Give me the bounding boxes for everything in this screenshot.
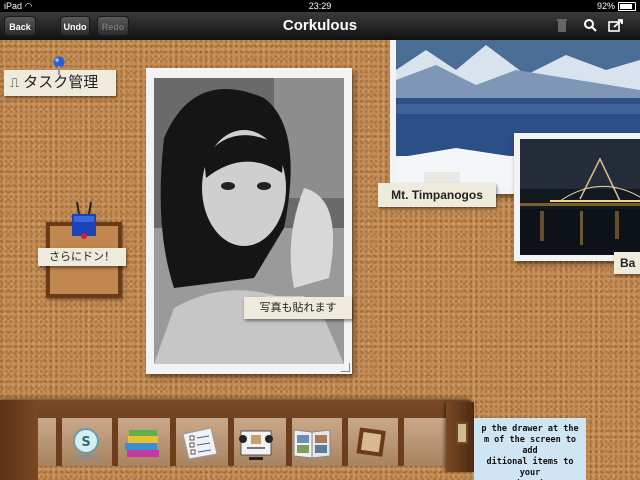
tip-line: m of the screen to add [483, 435, 577, 456]
redo-button[interactable]: Redo [97, 16, 129, 36]
navigation-bar: Back Undo Redo Corkulous [0, 12, 640, 41]
contact-card-icon[interactable] [236, 424, 276, 462]
photo-album-icon[interactable] [292, 424, 332, 462]
drawer-divider [170, 418, 176, 466]
tip-line: p the drawer at the [481, 424, 579, 434]
page-title: Corkulous [282, 17, 358, 34]
drawer-divider [398, 418, 404, 466]
battery-status: 92% [597, 0, 636, 12]
back-button[interactable]: Back [4, 16, 36, 36]
portrait-image [154, 78, 344, 364]
pushpin-icon [53, 56, 65, 75]
books-icon[interactable] [122, 424, 162, 462]
skype-icon[interactable]: S [66, 424, 106, 462]
tip-line: ditional items to your [486, 457, 574, 478]
checklist-icon[interactable] [180, 424, 220, 462]
trash-icon[interactable] [554, 18, 570, 34]
bridge-image [520, 139, 640, 255]
tip-panel: p the drawer at the m of the screen to a… [474, 418, 586, 480]
task-note-label: タスク管理 [23, 74, 99, 91]
battery-icon [618, 1, 636, 11]
svg-text:S: S [81, 435, 90, 450]
bridge-photo[interactable] [514, 133, 640, 261]
mountain-caption[interactable]: Mt. Timpanogos [378, 183, 496, 207]
share-icon[interactable] [608, 18, 624, 34]
undo-button[interactable]: Undo [60, 16, 90, 36]
drawer-divider [228, 418, 234, 466]
photo-caption[interactable]: 写真も貼れます [244, 297, 352, 319]
drawer-divider [112, 418, 118, 466]
drawer-left-end [0, 400, 38, 480]
frame-note[interactable]: さらにドン！ [38, 248, 126, 266]
drawer-divider [342, 418, 348, 466]
note-icon: ⎍ [10, 75, 20, 90]
clock: 23:29 [308, 1, 332, 11]
binder-clip-icon [72, 201, 96, 239]
resize-handle-icon[interactable] [341, 363, 350, 372]
battery-percent: 92% [596, 1, 615, 11]
search-icon[interactable] [582, 18, 598, 34]
drawer-divider [56, 418, 62, 466]
bridge-caption[interactable]: Ba [614, 252, 640, 274]
portrait-photo[interactable] [146, 68, 352, 374]
status-bar: iPad ◠ 23:29 92% [0, 0, 640, 12]
picture-frame-icon[interactable] [350, 424, 390, 462]
drawer-knob-icon[interactable] [456, 422, 468, 444]
